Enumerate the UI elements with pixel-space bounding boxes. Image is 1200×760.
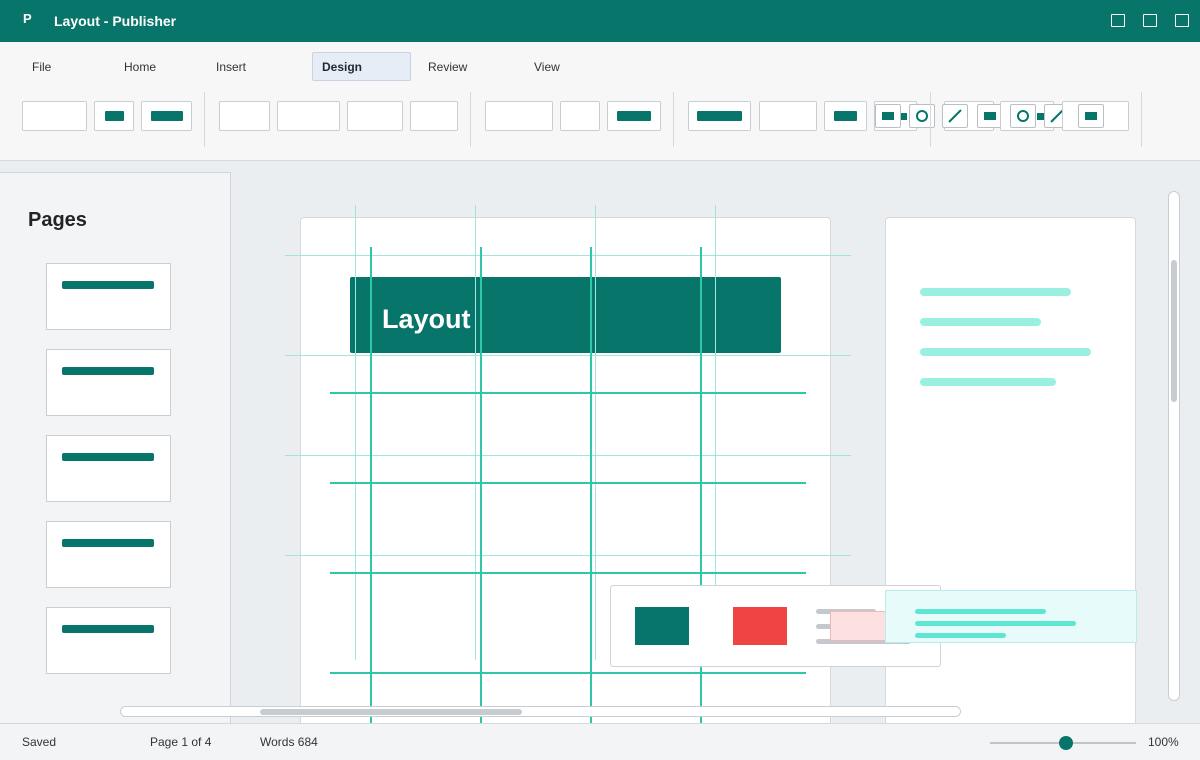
page-thumbnail[interactable] <box>46 263 171 330</box>
ribbon-field[interactable] <box>22 101 87 131</box>
guide-line[interactable] <box>355 205 356 660</box>
tab-insert[interactable]: Insert <box>216 53 266 81</box>
text-style-popup <box>885 590 1137 643</box>
ribbon-mark <box>901 113 907 120</box>
zoom-level: 100% <box>1148 735 1179 749</box>
vertical-scroll-thumb[interactable] <box>1171 260 1177 402</box>
ribbon-field[interactable] <box>485 101 553 131</box>
ribbon-button[interactable] <box>141 101 192 131</box>
ribbon-button[interactable] <box>94 101 134 131</box>
grid-column-line[interactable] <box>370 247 372 723</box>
rectangle-icon[interactable] <box>1078 104 1104 128</box>
circle-icon[interactable] <box>1010 104 1036 128</box>
zoom-slider-handle[interactable] <box>1059 736 1073 750</box>
grid-column-line[interactable] <box>480 247 482 723</box>
grid-row-line[interactable] <box>330 482 806 484</box>
ribbon-field[interactable] <box>759 101 817 131</box>
tab-view[interactable]: View <box>534 53 584 81</box>
grid-row-line[interactable] <box>330 392 806 394</box>
ribbon-separator <box>673 92 674 147</box>
text-style-option[interactable] <box>915 633 1006 638</box>
circle-icon[interactable] <box>909 104 935 128</box>
horizontal-scroll-thumb[interactable] <box>260 709 522 715</box>
ribbon-button[interactable] <box>824 101 867 131</box>
minimize-icon[interactable] <box>1111 14 1125 27</box>
ribbon-field[interactable] <box>277 101 340 131</box>
tab-design[interactable]: Design <box>312 52 411 81</box>
ribbon-field[interactable] <box>347 101 403 131</box>
guide-line[interactable] <box>595 205 596 660</box>
canvas[interactable]: Layout <box>231 161 1200 723</box>
page-thumbnail[interactable] <box>46 349 171 416</box>
save-status: Saved <box>22 735 57 749</box>
ribbon-field[interactable] <box>560 101 600 131</box>
window-title: Layout - Publisher <box>54 13 177 29</box>
page-thumbnail[interactable] <box>46 435 171 502</box>
swatch-teal[interactable] <box>635 607 689 645</box>
tab-file[interactable]: File <box>32 53 72 81</box>
ribbon-button[interactable] <box>607 101 661 131</box>
text-placeholder <box>920 318 1041 326</box>
ribbon: File Home Insert Design Review View <box>0 42 1200 161</box>
pages-pane: Pages <box>0 172 231 724</box>
ribbon-mark <box>1037 113 1044 120</box>
status-bar: Saved Page 1 of 4 Words 684 100% <box>0 723 1200 760</box>
horizontal-scrollbar[interactable] <box>120 706 961 717</box>
ribbon-separator <box>1141 92 1142 147</box>
text-style-option[interactable] <box>915 609 1046 614</box>
grid-row-line[interactable] <box>330 672 806 674</box>
swatch-red[interactable] <box>733 607 787 645</box>
ribbon-field[interactable] <box>410 101 458 131</box>
ribbon-button[interactable] <box>688 101 751 131</box>
tab-review[interactable]: Review <box>428 53 478 81</box>
page-thumbnail[interactable] <box>46 607 171 674</box>
ribbon-separator <box>930 92 931 147</box>
ribbon-separator <box>470 92 471 147</box>
text-style-option[interactable] <box>915 621 1076 626</box>
header-block[interactable]: Layout <box>350 277 781 353</box>
pages-title: Pages <box>28 209 87 231</box>
grid-column-line[interactable] <box>590 247 592 723</box>
word-count: Words 684 <box>260 735 318 749</box>
text-placeholder <box>920 378 1056 386</box>
rectangle-icon[interactable] <box>875 104 901 128</box>
ribbon-separator <box>204 92 205 147</box>
swatch-light-red[interactable] <box>830 611 888 641</box>
grid-row-line[interactable] <box>330 572 806 574</box>
app-icon: P <box>23 11 32 26</box>
title-bar: P Layout - Publisher <box>0 0 1200 42</box>
text-placeholder <box>920 288 1071 296</box>
page-thumbnail[interactable] <box>46 521 171 588</box>
page-indicator: Page 1 of 4 <box>150 735 212 749</box>
guide-line[interactable] <box>475 205 476 660</box>
maximize-icon[interactable] <box>1143 14 1157 27</box>
ribbon-field[interactable] <box>219 101 270 131</box>
text-placeholder <box>920 348 1091 356</box>
line-icon[interactable] <box>942 104 968 128</box>
header-text[interactable]: Layout <box>382 304 471 335</box>
close-icon[interactable] <box>1175 14 1189 27</box>
vertical-scrollbar[interactable] <box>1168 191 1180 701</box>
tab-home[interactable]: Home <box>124 53 174 81</box>
